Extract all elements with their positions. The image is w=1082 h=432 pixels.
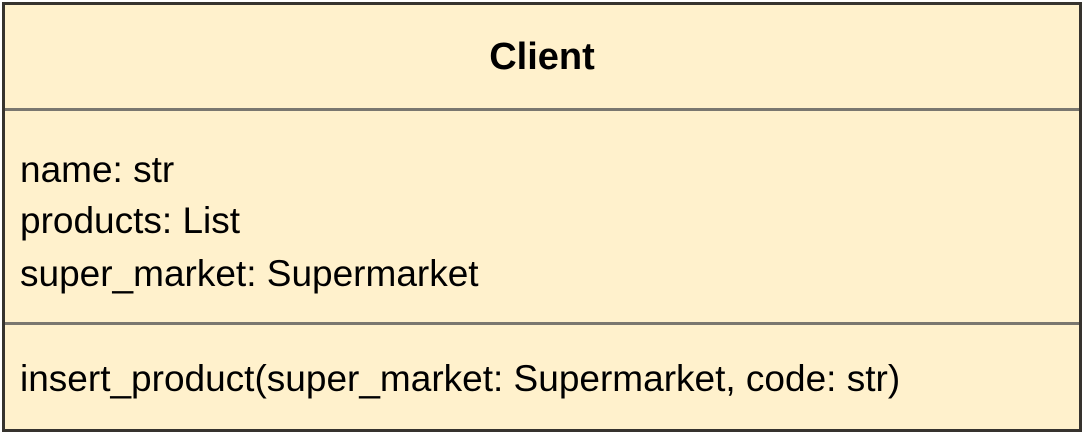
attribute-name: name: str <box>20 149 175 190</box>
class-name: Client <box>489 36 595 78</box>
class-header: Client <box>5 5 1079 111</box>
uml-class-box: Client name: str products: List super_ma… <box>2 2 1082 432</box>
attribute-products: products: List <box>20 200 241 241</box>
attributes-compartment: name: str products: List super_market: S… <box>5 111 1079 325</box>
operation-insert-product: insert_product(super_market: Supermarket… <box>20 358 901 399</box>
operations-compartment: insert_product(super_market: Supermarket… <box>5 325 1079 429</box>
attribute-super-market: super_market: Supermarket <box>20 253 479 294</box>
